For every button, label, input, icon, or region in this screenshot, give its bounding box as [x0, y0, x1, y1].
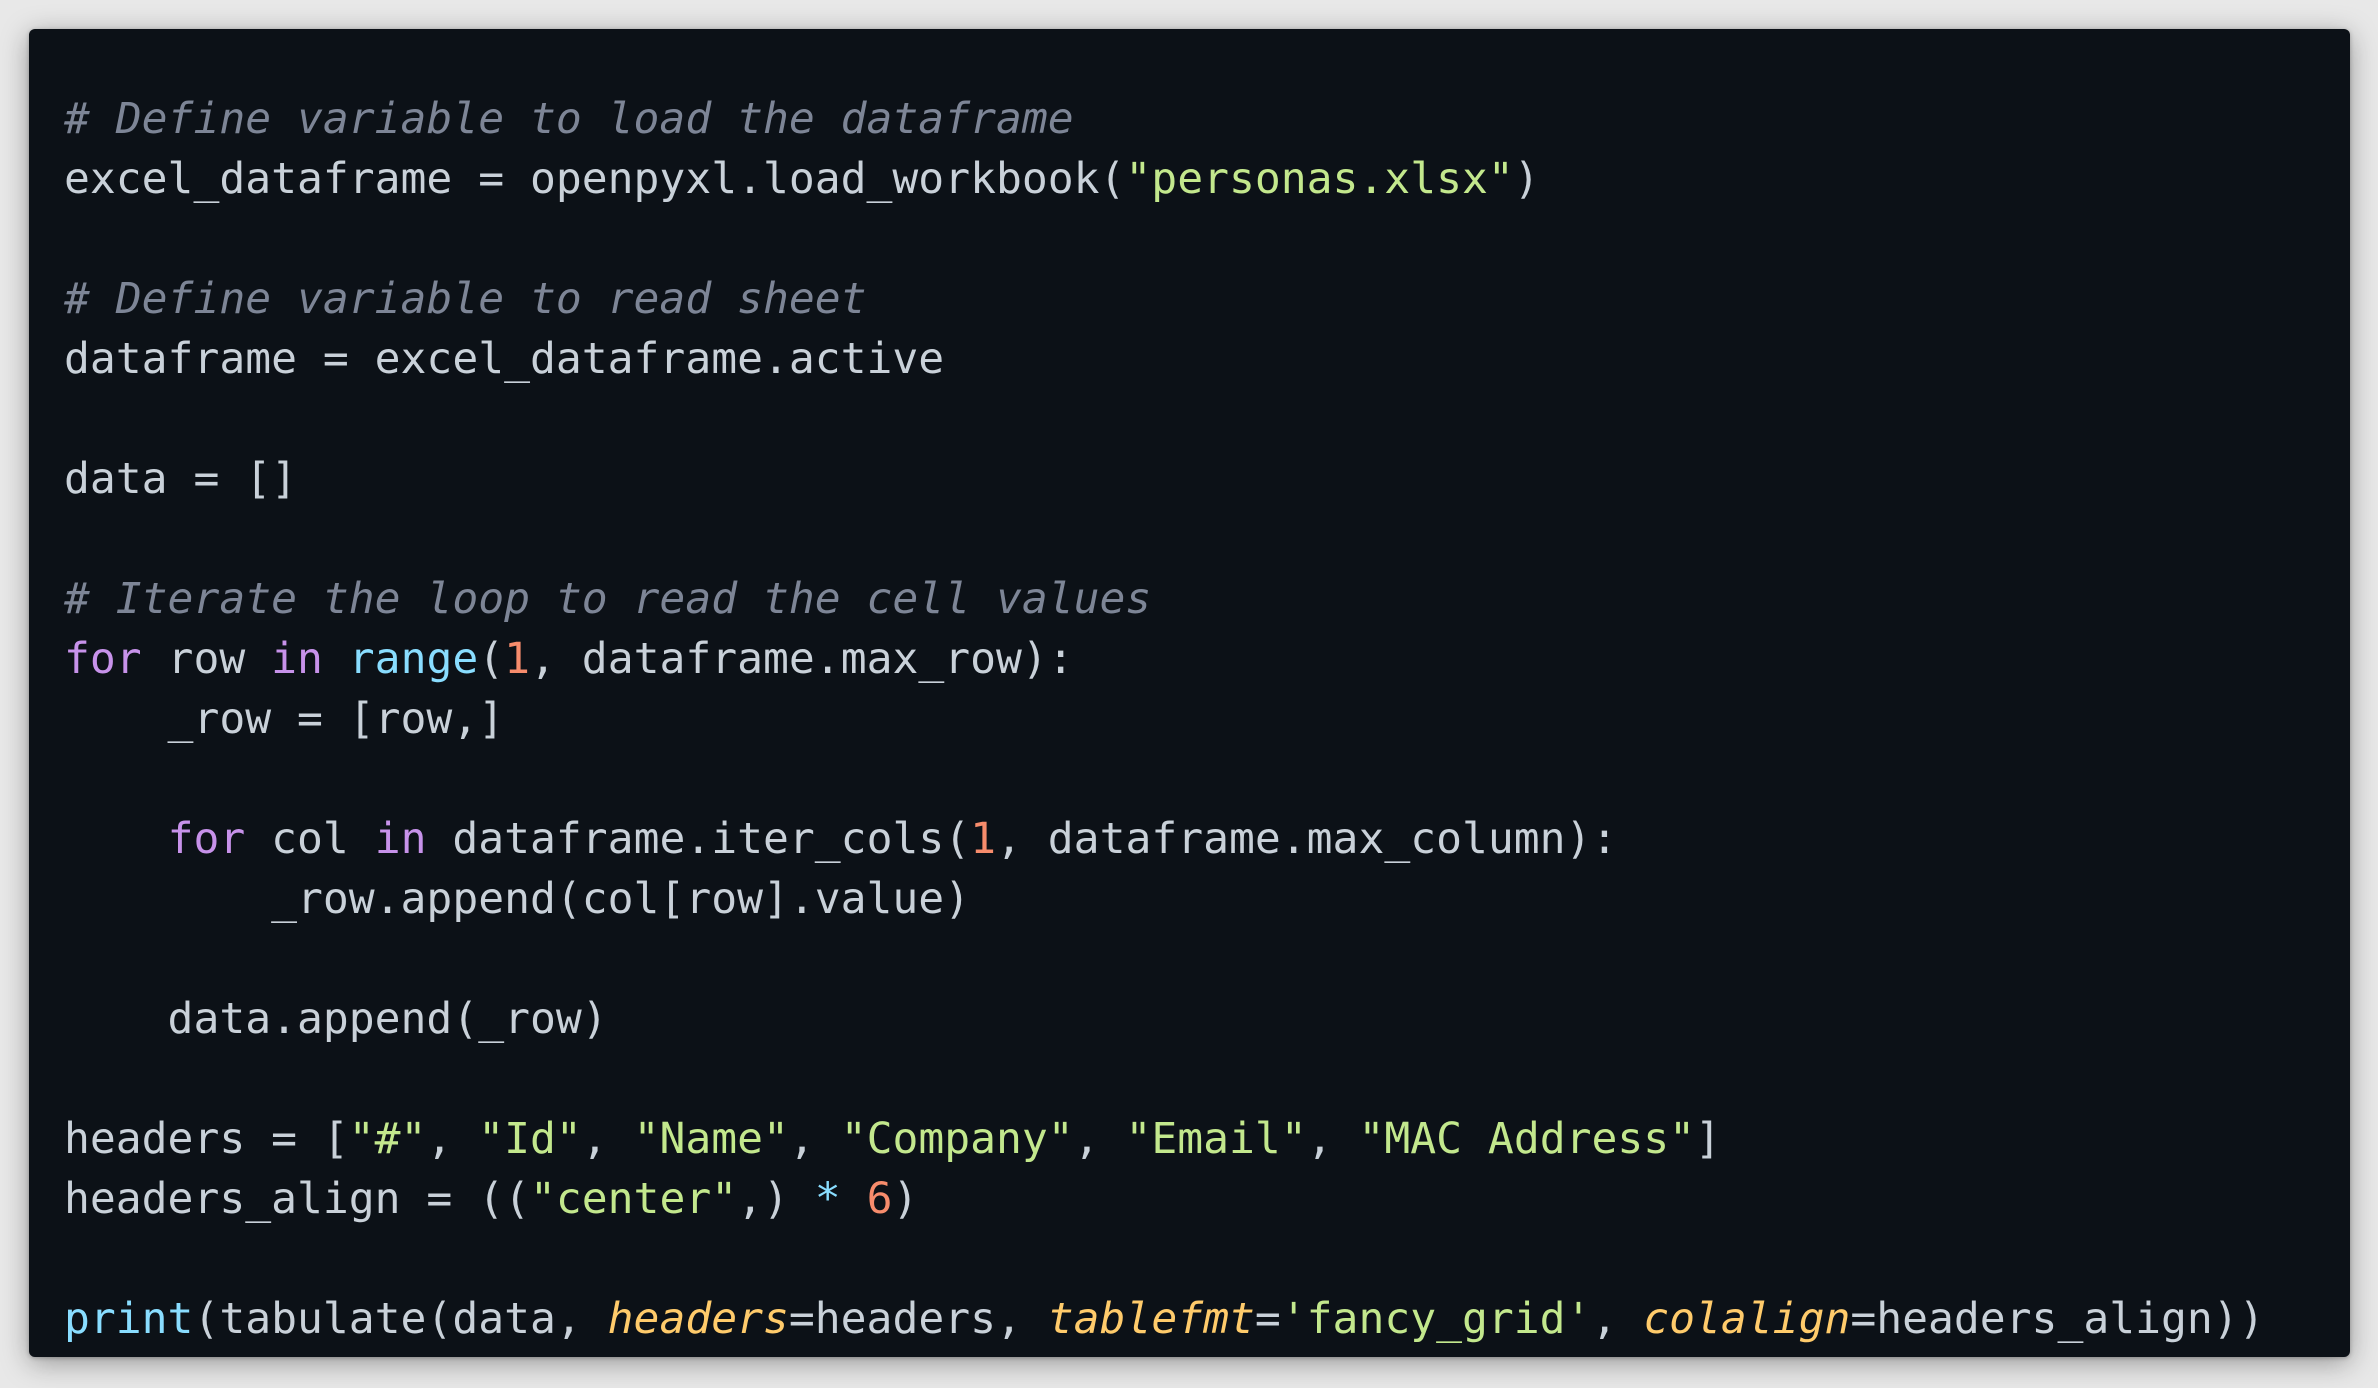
- code-block: # Define variable to load the dataframe e…: [64, 89, 2265, 1349]
- code-line: # Define variable to load the dataframe: [64, 89, 2265, 149]
- kwarg-colalign: colalign: [1643, 1294, 1851, 1344]
- code-line: dataframe = excel_dataframe.active: [64, 329, 2265, 389]
- code-token: (: [478, 634, 505, 684]
- code-token: _row.append(col[row].value): [64, 874, 971, 924]
- number-literal: 6: [866, 1174, 893, 1224]
- tablefmt-string: 'fancy_grid': [1280, 1294, 1592, 1344]
- code-line: excel_dataframe = openpyxl.load_workbook…: [64, 149, 2265, 209]
- code-token: ,): [737, 1174, 815, 1224]
- multiply-operator: *: [814, 1174, 841, 1224]
- code-snippet-window: # Define variable to load the dataframe e…: [29, 29, 2350, 1357]
- code-token: ,: [426, 1114, 479, 1164]
- header-string: "Email": [1125, 1114, 1307, 1164]
- code-token: ,: [1073, 1114, 1126, 1164]
- header-string: "Company": [840, 1114, 1074, 1164]
- comment-load-dataframe: # Define variable to load the dataframe: [64, 94, 1074, 144]
- code-token: ,: [1591, 1294, 1644, 1344]
- code-token: ,: [581, 1114, 634, 1164]
- align-string: "center": [530, 1174, 738, 1224]
- code-line: headers_align = (("center",) * 6): [64, 1169, 2265, 1229]
- keyword-in: in: [374, 814, 427, 864]
- code-token: data = []: [64, 454, 297, 504]
- code-token: col: [245, 814, 375, 864]
- code-line: # Define variable to read sheet: [64, 269, 2265, 329]
- code-line: data.append(_row): [64, 989, 2265, 1049]
- comment-iterate-loop: # Iterate the loop to read the cell valu…: [64, 574, 1152, 624]
- code-token: =headers_align)): [1850, 1294, 2265, 1344]
- code-line: data = []: [64, 449, 2265, 509]
- code-token: , dataframe.max_row):: [530, 634, 1074, 684]
- kwarg-headers: headers: [607, 1294, 789, 1344]
- comment-read-sheet: # Define variable to read sheet: [64, 274, 867, 324]
- code-token: _row = [row,]: [64, 694, 505, 744]
- code-token: ,: [788, 1114, 841, 1164]
- code-line: print(tabulate(data, headers=headers, ta…: [64, 1289, 2265, 1349]
- code-token: , dataframe.max_column):: [996, 814, 1618, 864]
- code-token: ): [892, 1174, 919, 1224]
- code-line: for col in dataframe.iter_cols(1, datafr…: [64, 809, 2265, 869]
- header-string: "Id": [478, 1114, 582, 1164]
- kwarg-tablefmt: tablefmt: [1047, 1294, 1255, 1344]
- code-token: ): [1513, 154, 1540, 204]
- code-line: _row = [row,]: [64, 689, 2265, 749]
- code-token: data.append(_row): [64, 994, 608, 1044]
- filename-string: "personas.xlsx": [1125, 154, 1514, 204]
- code-token: ]: [1695, 1114, 1721, 1164]
- code-line: headers = ["#", "Id", "Name", "Company",…: [64, 1109, 2265, 1169]
- keyword-for: for: [167, 814, 246, 864]
- code-token: (tabulate(data,: [193, 1294, 608, 1344]
- code-token: row: [141, 634, 272, 684]
- header-string: "Name": [633, 1114, 789, 1164]
- code-token: =headers,: [788, 1294, 1048, 1344]
- code-line: # Iterate the loop to read the cell valu…: [64, 569, 2265, 629]
- builtin-print: print: [64, 1294, 194, 1344]
- number-literal: 1: [504, 634, 531, 684]
- header-string: "#": [348, 1114, 427, 1164]
- code-line: for row in range(1, dataframe.max_row):: [64, 629, 2265, 689]
- code-token: dataframe.iter_cols(: [426, 814, 971, 864]
- code-token: dataframe = excel_dataframe.active: [64, 334, 945, 384]
- keyword-in: in: [271, 634, 323, 684]
- code-token: headers = [: [64, 1114, 349, 1164]
- keyword-for: for: [64, 634, 142, 684]
- number-literal: 1: [970, 814, 997, 864]
- builtin-range: range: [348, 634, 479, 684]
- header-string: "MAC Address": [1358, 1114, 1696, 1164]
- code-token: ,: [1306, 1114, 1359, 1164]
- code-token: =: [1254, 1294, 1281, 1344]
- code-token: headers_align = ((: [64, 1174, 530, 1224]
- code-token: excel_dataframe = openpyxl.load_workbook…: [64, 154, 1126, 204]
- code-line: _row.append(col[row].value): [64, 869, 2265, 929]
